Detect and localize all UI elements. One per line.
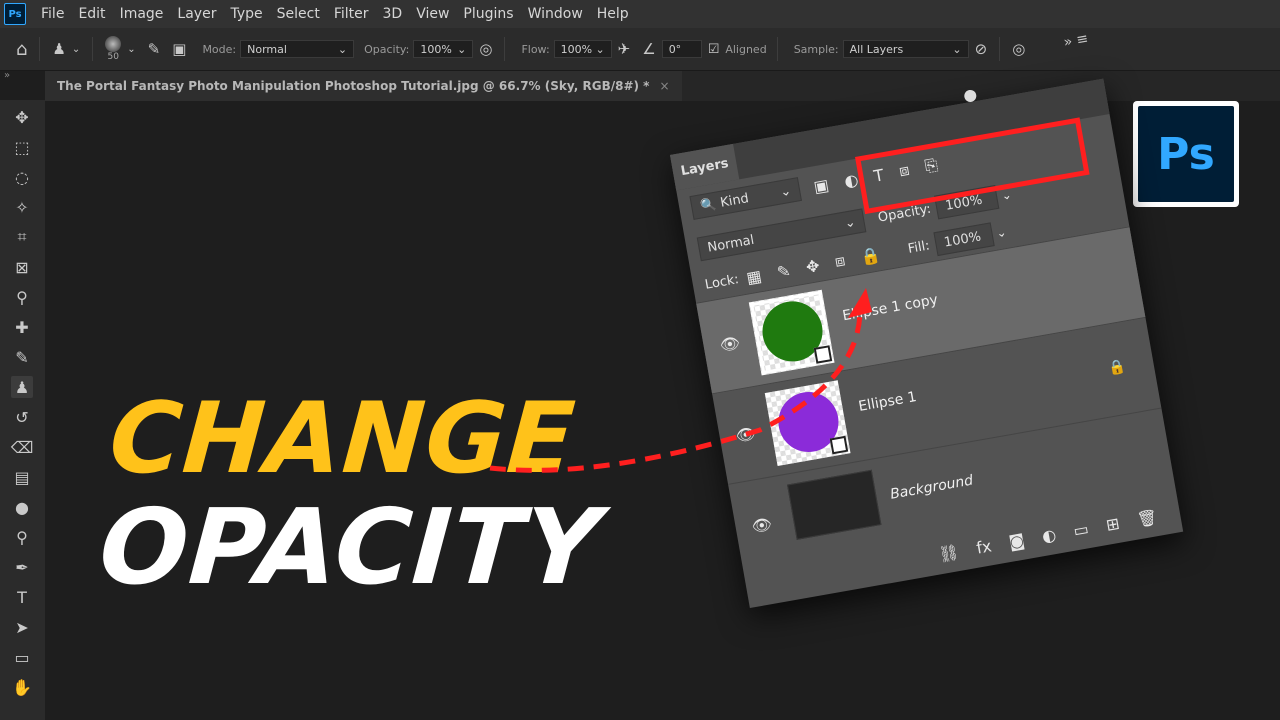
dashed-arrow-line — [489, 309, 863, 473]
arrow-head — [848, 288, 872, 318]
dashed-arrow — [489, 288, 872, 473]
